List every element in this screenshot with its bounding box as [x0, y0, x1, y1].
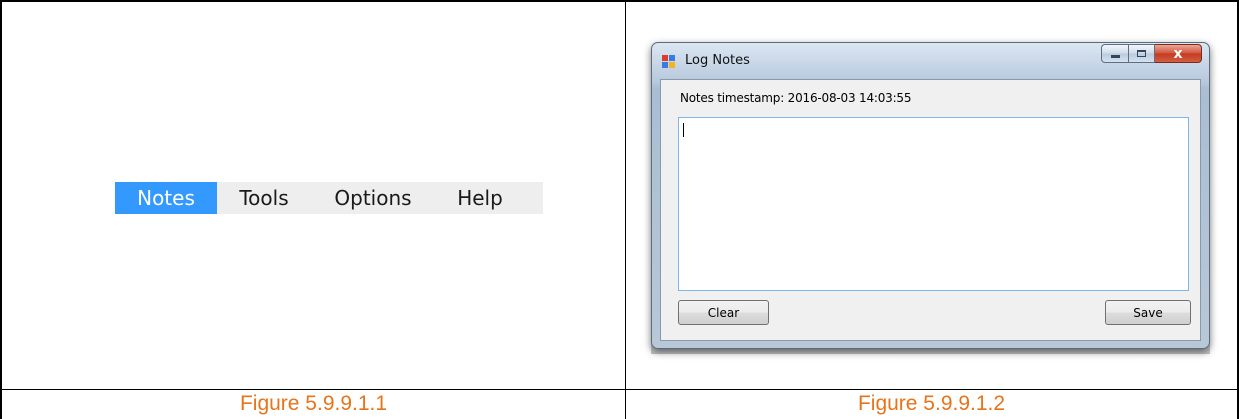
figure-1-cell: Notes Tools Options Help: [0, 0, 626, 390]
menu-bar: Notes Tools Options Help: [115, 182, 543, 214]
clear-button[interactable]: Clear: [678, 300, 769, 325]
figure-1-caption: Figure 5.9.9.1.1: [239, 392, 388, 415]
close-button[interactable]: x: [1155, 44, 1202, 63]
figure-2-caption: Figure 5.9.9.1.2: [857, 392, 1006, 415]
menu-item-options[interactable]: Options: [311, 182, 435, 214]
text-caret: [683, 123, 684, 137]
notes-textarea[interactable]: [678, 117, 1189, 291]
window-controls: x: [1101, 44, 1202, 63]
app-icon[interactable]: [662, 55, 676, 69]
app-icon-square-blue: [669, 55, 675, 61]
figure-table: Notes Tools Options Help Figure 5.9.9.1.…: [0, 0, 1239, 419]
maximize-icon: [1137, 50, 1146, 57]
close-icon: x: [1173, 45, 1183, 62]
app-icon-square-red: [662, 55, 668, 61]
app-icon-square-yellow: [669, 62, 675, 68]
title-bar[interactable]: Log Notes x: [652, 43, 1209, 79]
log-notes-window: Log Notes x Notes timestamp: 2016-08-03 …: [651, 42, 1210, 349]
app-icon-square-blue-2: [662, 62, 668, 68]
menu-item-notes[interactable]: Notes: [115, 182, 217, 214]
save-button[interactable]: Save: [1105, 300, 1191, 325]
menu-item-help[interactable]: Help: [435, 182, 525, 214]
notes-timestamp-label: Notes timestamp: 2016-08-03 14:03:55: [680, 91, 912, 105]
window-client-area: Notes timestamp: 2016-08-03 14:03:55 Cle…: [660, 79, 1201, 341]
window-title: Log Notes: [685, 53, 750, 68]
minimize-button[interactable]: [1101, 44, 1128, 63]
figure-1-caption-cell: Figure 5.9.9.1.1: [0, 389, 626, 419]
menu-item-tools[interactable]: Tools: [217, 182, 311, 214]
minimize-icon: [1110, 55, 1120, 58]
maximize-button[interactable]: [1128, 44, 1155, 63]
figure-2-caption-cell: Figure 5.9.9.1.2: [625, 389, 1239, 419]
